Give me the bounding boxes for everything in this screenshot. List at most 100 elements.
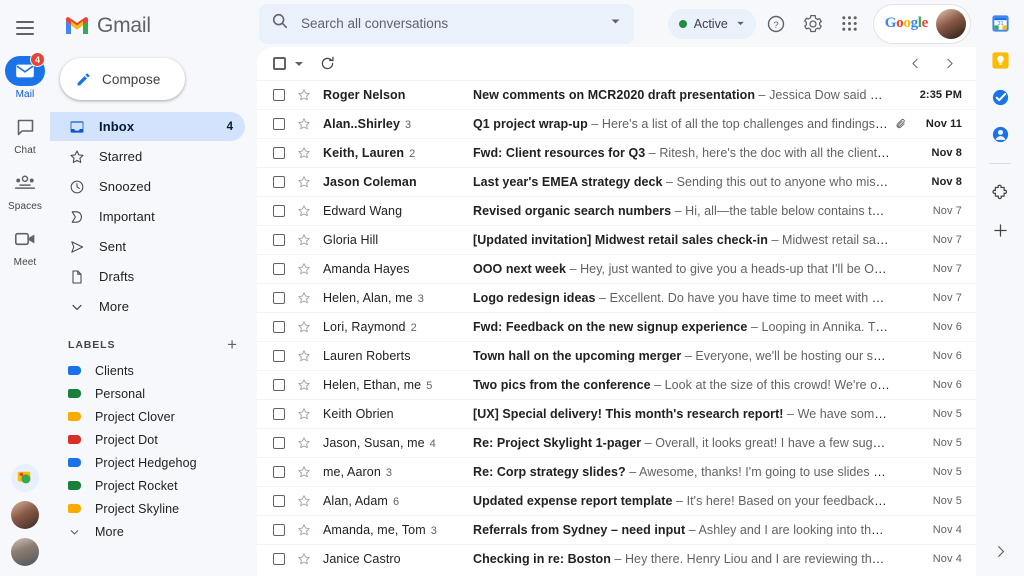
select-all-caret-icon[interactable]	[295, 62, 303, 66]
gear-icon[interactable]	[796, 7, 830, 41]
row-checkbox[interactable]	[273, 495, 285, 507]
label-item-project-rocket[interactable]: Project Rocket	[50, 474, 255, 497]
select-all-checkbox[interactable]	[273, 57, 286, 70]
star-icon[interactable]	[297, 407, 312, 421]
table-row[interactable]: Janice CastroChecking in re: Boston – He…	[257, 544, 976, 573]
row-checkbox[interactable]	[273, 437, 285, 449]
row-checkbox[interactable]	[273, 176, 285, 188]
star-icon[interactable]	[297, 117, 312, 131]
hamburger-icon[interactable]	[5, 8, 45, 48]
avatar-contact-2[interactable]	[11, 538, 39, 566]
plus-icon[interactable]: +	[227, 336, 237, 353]
rail-item-spaces[interactable]: Spaces	[0, 166, 50, 212]
rail-item-meet[interactable]: Meet	[0, 222, 50, 268]
status-chip[interactable]: Active	[668, 9, 756, 39]
star-icon[interactable]	[297, 146, 312, 160]
help-icon[interactable]: ?	[759, 7, 793, 41]
table-row[interactable]: Keith, Lauren2Fwd: Client resources for …	[257, 138, 976, 167]
search-options-icon[interactable]	[609, 15, 622, 33]
star-icon[interactable]	[297, 204, 312, 218]
google-tasks-icon[interactable]	[989, 86, 1011, 108]
label-item-project-dot[interactable]: Project Dot	[50, 428, 255, 451]
table-row[interactable]: Jason ColemanLast year's EMEA strategy d…	[257, 167, 976, 196]
compose-button[interactable]: Compose	[60, 58, 185, 100]
label-item-personal[interactable]: Personal	[50, 382, 255, 405]
sidebar-item-inbox[interactable]: Inbox 4	[50, 112, 245, 141]
sidebar-item-sent[interactable]: Sent	[50, 232, 245, 261]
table-row[interactable]: Roger NelsonNew comments on MCR2020 draf…	[257, 80, 976, 109]
label-item-clients[interactable]: Clients	[50, 359, 255, 382]
avatar[interactable]	[936, 9, 966, 39]
star-icon[interactable]	[297, 349, 312, 363]
labels-more-button[interactable]: More	[50, 520, 255, 543]
star-icon[interactable]	[297, 494, 312, 508]
puzzle-addons-icon[interactable]	[989, 182, 1011, 204]
row-checkbox[interactable]	[273, 263, 285, 275]
search-input[interactable]	[301, 16, 597, 31]
search-bar[interactable]	[259, 4, 634, 44]
google-calendar-icon[interactable]: 31	[989, 12, 1011, 34]
chevron-right-icon[interactable]	[985, 536, 1015, 566]
star-icon[interactable]	[297, 233, 312, 247]
sidebar-item-starred[interactable]: Starred	[50, 142, 245, 171]
google-account-button[interactable]: Google	[874, 5, 970, 43]
row-checkbox[interactable]	[273, 89, 285, 101]
chevron-left-icon[interactable]	[902, 51, 928, 77]
star-icon[interactable]	[297, 291, 312, 305]
table-row[interactable]: Helen, Ethan, me5Two pics from the confe…	[257, 370, 976, 399]
row-checkbox[interactable]	[273, 118, 285, 130]
row-checkbox[interactable]	[273, 234, 285, 246]
google-photos-icon[interactable]	[11, 464, 39, 492]
star-icon[interactable]	[297, 552, 312, 566]
table-row[interactable]: Amanda, me, Tom3Referrals from Sydney – …	[257, 515, 976, 544]
gmail-brand[interactable]: Gmail	[50, 6, 255, 46]
star-icon[interactable]	[297, 320, 312, 334]
label-item-project-hedgehog[interactable]: Project Hedgehog	[50, 451, 255, 474]
table-row[interactable]: me, Aaron3Re: Corp strategy slides? – Aw…	[257, 457, 976, 486]
row-checkbox[interactable]	[273, 321, 285, 333]
star-icon[interactable]	[297, 262, 312, 276]
star-icon[interactable]	[297, 523, 312, 537]
table-row[interactable]: Jason, Susan, me4Re: Project Skylight 1-…	[257, 428, 976, 457]
table-row[interactable]: Keith Obrien[UX] Special delivery! This …	[257, 399, 976, 428]
row-checkbox[interactable]	[273, 292, 285, 304]
row-checkbox[interactable]	[273, 553, 285, 565]
table-row[interactable]: Helen, Alan, me3Logo redesign ideas – Ex…	[257, 283, 976, 312]
avatar-contact-1[interactable]	[11, 501, 39, 529]
row-checkbox[interactable]	[273, 205, 285, 217]
row-sender: Helen, Alan, me3	[323, 291, 473, 305]
row-checkbox[interactable]	[273, 466, 285, 478]
table-row[interactable]: Gloria Hill[Updated invitation] Midwest …	[257, 225, 976, 254]
sidebar-item-drafts[interactable]: Drafts	[50, 262, 245, 291]
star-icon[interactable]	[297, 465, 312, 479]
refresh-icon[interactable]	[313, 50, 341, 78]
sidebar-item-important[interactable]: Important	[50, 202, 245, 231]
row-checkbox[interactable]	[273, 408, 285, 420]
row-checkbox[interactable]	[273, 147, 285, 159]
sidebar-item-snoozed[interactable]: Snoozed	[50, 172, 245, 201]
sidebar-item-more[interactable]: More	[50, 292, 245, 321]
star-icon[interactable]	[297, 436, 312, 450]
google-keep-icon[interactable]	[989, 49, 1011, 71]
table-row[interactable]: Lori, Raymond2Fwd: Feedback on the new s…	[257, 312, 976, 341]
table-row[interactable]: Lauren RobertsTown hall on the upcoming …	[257, 341, 976, 370]
label-item-project-clover[interactable]: Project Clover	[50, 405, 255, 428]
row-subject: Last year's EMEA strategy deck	[473, 175, 663, 189]
plus-icon[interactable]	[989, 219, 1011, 241]
label-item-project-skyline[interactable]: Project Skyline	[50, 497, 255, 520]
table-row[interactable]: Edward WangRevised organic search number…	[257, 196, 976, 225]
row-checkbox[interactable]	[273, 379, 285, 391]
row-checkbox[interactable]	[273, 524, 285, 536]
row-checkbox[interactable]	[273, 350, 285, 362]
rail-item-mail[interactable]: 4 Mail	[0, 54, 50, 100]
table-row[interactable]: Alan, Adam6Updated expense report templa…	[257, 486, 976, 515]
star-icon[interactable]	[297, 378, 312, 392]
chevron-right-icon[interactable]	[936, 51, 962, 77]
table-row[interactable]: Alan..Shirley3Q1 project wrap-up – Here'…	[257, 109, 976, 138]
rail-item-chat[interactable]: Chat	[0, 110, 50, 156]
google-contacts-icon[interactable]	[989, 123, 1011, 145]
star-icon[interactable]	[297, 88, 312, 102]
table-row[interactable]: Amanda HayesOOO next week – Hey, just wa…	[257, 254, 976, 283]
apps-grid-icon[interactable]	[833, 7, 867, 41]
star-icon[interactable]	[297, 175, 312, 189]
